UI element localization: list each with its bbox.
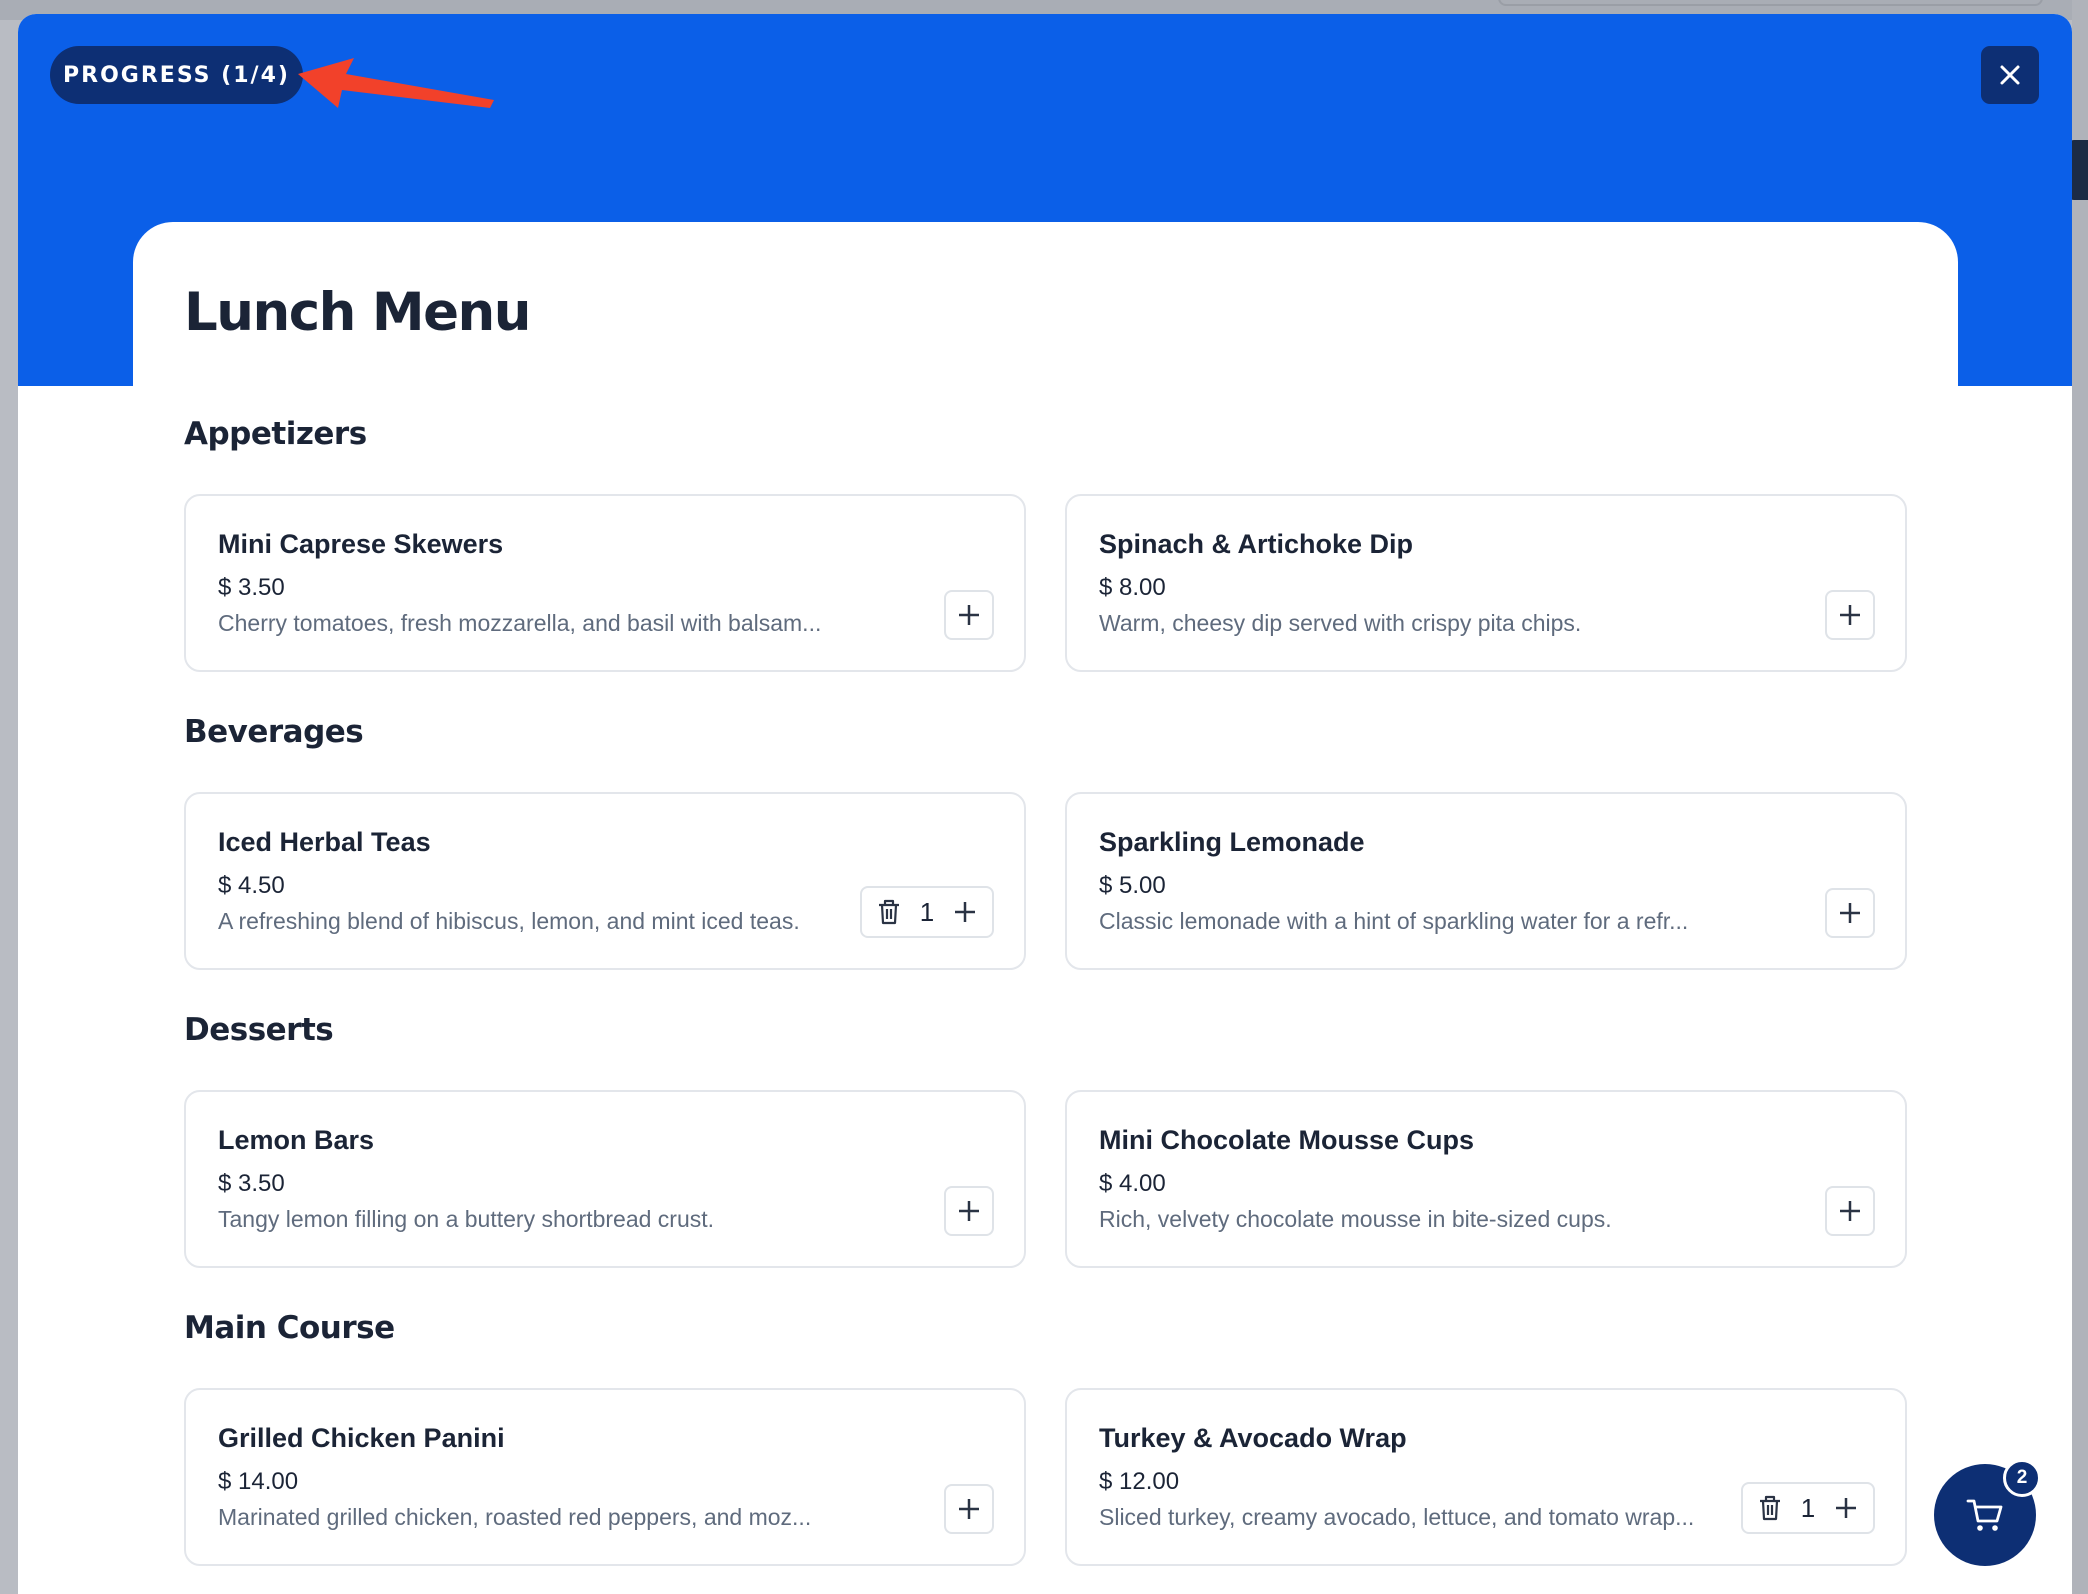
menu-item-card: Turkey & Avocado Wrap $ 12.00 Sliced tur… — [1065, 1388, 1907, 1566]
item-price: $ 3.50 — [218, 574, 285, 601]
item-name: Spinach & Artichoke Dip — [1099, 529, 1414, 559]
item-price: $ 14.00 — [218, 1468, 299, 1495]
item-price: $ 3.50 — [218, 1170, 285, 1197]
close-button[interactable] — [1981, 46, 2039, 104]
menu-title: Lunch Menu — [184, 282, 532, 343]
quantity-stepper: 1 — [1741, 1482, 1875, 1534]
increment-button[interactable] — [1829, 1491, 1863, 1525]
add-item-button[interactable] — [1825, 1186, 1875, 1236]
close-icon — [2000, 65, 2020, 85]
lunch-menu-modal: PROGRESS (1/4) Lunch Menu Appetizers Min… — [18, 14, 2072, 1594]
item-name: Mini Chocolate Mousse Cups — [1099, 1125, 1475, 1155]
annotation-arrow-icon — [298, 58, 494, 108]
plus-icon — [959, 1201, 979, 1221]
item-price: $ 8.00 — [1099, 574, 1166, 601]
plus-icon — [1840, 605, 1860, 625]
section-title-appetizers: Appetizers — [184, 416, 367, 452]
add-item-button[interactable] — [1825, 590, 1875, 640]
plus-icon — [1840, 903, 1860, 923]
item-price: $ 5.00 — [1099, 872, 1166, 899]
item-name: Lemon Bars — [218, 1125, 375, 1155]
item-name: Grilled Chicken Panini — [218, 1423, 505, 1453]
item-description: Cherry tomatoes, fresh mozzarella, and b… — [218, 610, 822, 636]
trash-icon — [1760, 1495, 1780, 1521]
quantity-value: 1 — [1800, 1492, 1816, 1523]
item-description: Warm, cheesy dip served with crispy pita… — [1099, 610, 1582, 636]
menu-content-card: Lunch Menu Appetizers Mini Caprese Skewe… — [133, 222, 1958, 1594]
section-title-main-course: Main Course — [184, 1310, 395, 1346]
add-item-button[interactable] — [944, 1186, 994, 1236]
plus-icon — [1836, 1498, 1856, 1518]
item-price: $ 4.00 — [1099, 1170, 1166, 1197]
section-title-beverages: Beverages — [184, 714, 364, 750]
add-item-button[interactable] — [944, 590, 994, 640]
item-price: $ 4.50 — [218, 872, 285, 899]
remove-item-button[interactable] — [872, 895, 906, 929]
cart-count-badge: 2 — [2003, 1459, 2041, 1497]
item-description: Rich, velvety chocolate mousse in bite-s… — [1099, 1206, 1612, 1232]
add-item-button[interactable] — [1825, 888, 1875, 938]
background-search-bar — [1498, 0, 2043, 6]
cart-icon — [1966, 1499, 2003, 1531]
item-name: Turkey & Avocado Wrap — [1099, 1423, 1407, 1453]
item-name: Mini Caprese Skewers — [218, 529, 504, 559]
item-name: Sparkling Lemonade — [1099, 827, 1365, 857]
item-description: Sliced turkey, creamy avocado, lettuce, … — [1099, 1504, 1695, 1530]
menu-item-card: Lemon Bars $ 3.50 Tangy lemon filling on… — [184, 1090, 1026, 1268]
menu-item-card: Spinach & Artichoke Dip $ 8.00 Warm, che… — [1065, 494, 1907, 672]
item-name: Iced Herbal Teas — [218, 827, 431, 857]
section-title-desserts: Desserts — [184, 1012, 334, 1048]
plus-icon — [1840, 1201, 1860, 1221]
item-description: Classic lemonade with a hint of sparklin… — [1099, 908, 1689, 934]
item-description: Marinated grilled chicken, roasted red p… — [218, 1504, 812, 1530]
item-price: $ 12.00 — [1099, 1468, 1180, 1495]
remove-item-button[interactable] — [1753, 1491, 1787, 1525]
background-page-edge — [2072, 0, 2088, 1594]
increment-button[interactable] — [948, 895, 982, 929]
item-description: A refreshing blend of hibiscus, lemon, a… — [218, 908, 800, 934]
add-item-button[interactable] — [944, 1484, 994, 1534]
quantity-stepper: 1 — [860, 886, 994, 938]
menu-item-card: Sparkling Lemonade $ 5.00 Classic lemona… — [1065, 792, 1907, 970]
menu-item-card: Mini Caprese Skewers $ 3.50 Cherry tomat… — [184, 494, 1026, 672]
plus-icon — [955, 902, 975, 922]
plus-icon — [959, 605, 979, 625]
menu-item-card: Mini Chocolate Mousse Cups $ 4.00 Rich, … — [1065, 1090, 1907, 1268]
progress-badge[interactable]: PROGRESS (1/4) — [50, 46, 303, 104]
menu-item-card: Iced Herbal Teas $ 4.50 A refreshing ble… — [184, 792, 1026, 970]
item-description: Tangy lemon filling on a buttery shortbr… — [218, 1206, 715, 1232]
plus-icon — [959, 1499, 979, 1519]
quantity-value: 1 — [919, 896, 935, 927]
trash-icon — [879, 899, 899, 925]
menu-item-card: Grilled Chicken Panini $ 14.00 Marinated… — [184, 1388, 1026, 1566]
